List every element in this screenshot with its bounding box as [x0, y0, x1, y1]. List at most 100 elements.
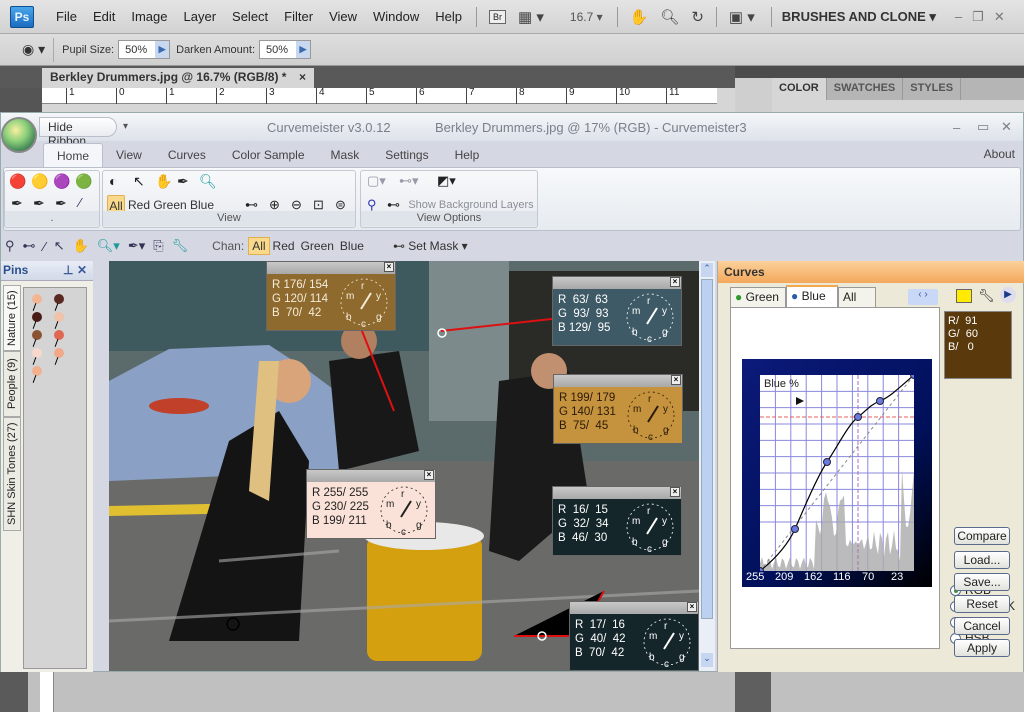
tab-help[interactable]: Help — [442, 143, 493, 167]
chan-blue[interactable]: Blue — [337, 238, 367, 254]
copy-icon[interactable]: ⎘ — [149, 238, 167, 254]
darken-amount-field[interactable]: 50% ▶ — [259, 40, 311, 59]
load-button[interactable]: Load... — [954, 551, 1010, 569]
cmy-circles-icon[interactable]: 🟡 — [31, 173, 48, 190]
close-sampler-icon[interactable]: × — [670, 487, 680, 497]
zoom-tool-icon[interactable]: 🔍︎ — [654, 8, 685, 26]
slider-arrow-icon[interactable]: ▶ — [155, 41, 170, 58]
note-icon[interactable] — [956, 289, 972, 303]
menu-window[interactable]: Window — [365, 9, 427, 24]
pointer-tool-icon[interactable]: ↖ — [50, 238, 69, 254]
about-link[interactable]: About — [984, 147, 1015, 161]
color-sampler[interactable]: × R 176/ 154 G 120/ 114 B 70/ 42 r y g c b m — [266, 261, 396, 331]
hand-tool-icon[interactable]: ✋ — [624, 8, 655, 26]
tab-home[interactable]: Home — [43, 143, 104, 167]
eyedropper-black-icon[interactable]: ✒ — [11, 195, 23, 212]
curve-point[interactable] — [876, 397, 884, 405]
pin-swatch[interactable] — [32, 348, 42, 358]
curve-tab-all[interactable]: All — [838, 287, 876, 307]
chan-all[interactable]: All — [248, 237, 270, 255]
close-pins-icon[interactable]: ✕ — [77, 263, 87, 277]
menu-filter[interactable]: Filter — [276, 9, 321, 24]
close-sampler-icon[interactable]: × — [670, 277, 680, 287]
menu-view[interactable]: View — [321, 9, 365, 24]
curve-nav-arrows[interactable]: ‹ › — [908, 289, 938, 305]
tab-curves[interactable]: Curves — [155, 143, 219, 167]
minimize-icon[interactable]: – — [950, 9, 967, 24]
eyedropper-gray-icon[interactable]: ✒ — [33, 195, 45, 212]
pin-swatch[interactable] — [32, 294, 42, 304]
pin-swatch[interactable] — [54, 294, 64, 304]
tab-settings[interactable]: Settings — [372, 143, 441, 167]
blend-circles-icon[interactable]: 🟢 — [75, 173, 92, 190]
menu-edit[interactable]: Edit — [85, 9, 123, 24]
tab-nature[interactable]: Nature (15) — [3, 285, 21, 351]
pin-swatch[interactable] — [54, 312, 64, 322]
mask-view-icon[interactable]: ⊷▾ — [399, 173, 419, 189]
curve-graph[interactable]: Blue % 255 209 162 116 70 23 — [742, 359, 932, 587]
document-tab[interactable]: Berkley Drummers.jpg @ 16.7% (RGB/8) * × — [42, 68, 314, 88]
zoom-dropdown[interactable]: 16.7 ▾ — [570, 10, 603, 24]
vertical-scrollbar[interactable]: ⌃ ⌄ — [699, 261, 715, 671]
scroll-down-icon[interactable]: ⌄ — [701, 653, 713, 667]
tab-color[interactable]: COLOR — [772, 78, 827, 100]
menu-help[interactable]: Help — [427, 9, 470, 24]
tab-mask[interactable]: Mask — [318, 143, 373, 167]
tab-view[interactable]: View — [103, 143, 155, 167]
curve-point[interactable] — [823, 458, 831, 466]
pin-swatch[interactable] — [32, 312, 42, 322]
color-sampler[interactable]: × R 63/ 63 G 93/ 93 B 129/ 95 r y g c b m — [552, 276, 682, 346]
cm-maximize-icon[interactable]: ▭ — [977, 119, 989, 135]
wrench-icon[interactable]: 🔧︎ — [168, 238, 193, 254]
rgb-circles-icon[interactable]: 🔴 — [9, 173, 26, 190]
bridge-button[interactable]: Br — [489, 9, 507, 24]
color-sampler[interactable]: × R 199/ 179 G 140/ 131 B 75/ 45 r y g c b m — [553, 374, 683, 444]
hand-tool-icon[interactable]: ✋ — [69, 238, 93, 254]
close-sampler-icon[interactable]: × — [687, 602, 697, 612]
pointer-icon[interactable]: ↖ — [133, 173, 145, 190]
cm-close-icon[interactable]: ✕ — [1001, 119, 1012, 135]
reset-button[interactable]: Reset — [954, 595, 1010, 613]
color-sampler[interactable]: × R 16/ 15 G 32/ 34 B 46/ 30 r y g c b m — [552, 486, 682, 556]
apply-button[interactable]: Apply — [954, 639, 1010, 657]
curve-tab-green[interactable]: ● Green — [730, 287, 786, 307]
eyedropper-icon[interactable]: ✒ — [177, 173, 189, 190]
eyedropper-white-icon[interactable]: ✒ — [55, 195, 67, 212]
pin-swatch[interactable] — [32, 330, 42, 340]
chan-red[interactable]: Red — [270, 238, 298, 254]
magnifier-icon[interactable]: 🔍︎ — [199, 173, 217, 190]
hide-ribbon-button[interactable]: Hide Ribbon — [39, 117, 117, 148]
workspace-switcher[interactable]: BRUSHES AND CLONE ▾ — [782, 9, 936, 25]
wrench-icon[interactable]: 🔧︎ — [978, 288, 995, 304]
play-icon[interactable]: ▶ — [1000, 287, 1016, 303]
scroll-up-icon[interactable]: ⌃ — [701, 263, 713, 277]
tab-swatches[interactable]: SWATCHES — [827, 78, 904, 100]
menu-image[interactable]: Image — [123, 9, 175, 24]
close-sampler-icon[interactable]: × — [384, 262, 394, 272]
pin-tool-icon[interactable]: ⚲ — [1, 238, 19, 254]
curve-tab-blue[interactable]: ● Blue — [786, 285, 838, 307]
hand-icon[interactable]: ✋ — [155, 173, 172, 190]
sampler-titlebar[interactable]: × — [553, 277, 681, 289]
tab-people[interactable]: People (9) — [3, 351, 21, 417]
screen-mode-icon[interactable]: ▦ ▾ — [512, 8, 550, 26]
arrange-documents-icon[interactable]: ▣ ▾ — [723, 8, 761, 26]
close-icon[interactable]: ✕ — [989, 9, 1010, 25]
scroll-thumb[interactable] — [701, 279, 713, 619]
close-sampler-icon[interactable]: × — [424, 470, 434, 480]
close-tab-icon[interactable]: × — [299, 70, 306, 86]
compare-button[interactable]: Compare — [954, 527, 1010, 545]
sampler-titlebar[interactable]: × — [554, 375, 682, 387]
curve-svg[interactable] — [756, 371, 918, 575]
layer-icon[interactable]: ▢▾ — [367, 173, 386, 189]
pin-panel-icon[interactable]: ⊥ — [63, 263, 73, 277]
restore-icon[interactable]: ❐ — [967, 9, 989, 25]
image-canvas[interactable]: × R 176/ 154 G 120/ 114 B 70/ 42 r y g c b m × R … — [109, 261, 699, 671]
pin-swatch[interactable] — [54, 330, 64, 340]
tab-styles[interactable]: STYLES — [903, 78, 962, 100]
eyedropper-tool-icon[interactable]: ✒▾ — [124, 238, 149, 254]
tab-shn-skin-tones[interactable]: SHN Skin Tones (27) — [3, 417, 21, 531]
curve-view-icon[interactable]: ◩▾ — [437, 173, 456, 189]
pin-swatch[interactable] — [54, 348, 64, 358]
menu-layer[interactable]: Layer — [176, 9, 225, 24]
